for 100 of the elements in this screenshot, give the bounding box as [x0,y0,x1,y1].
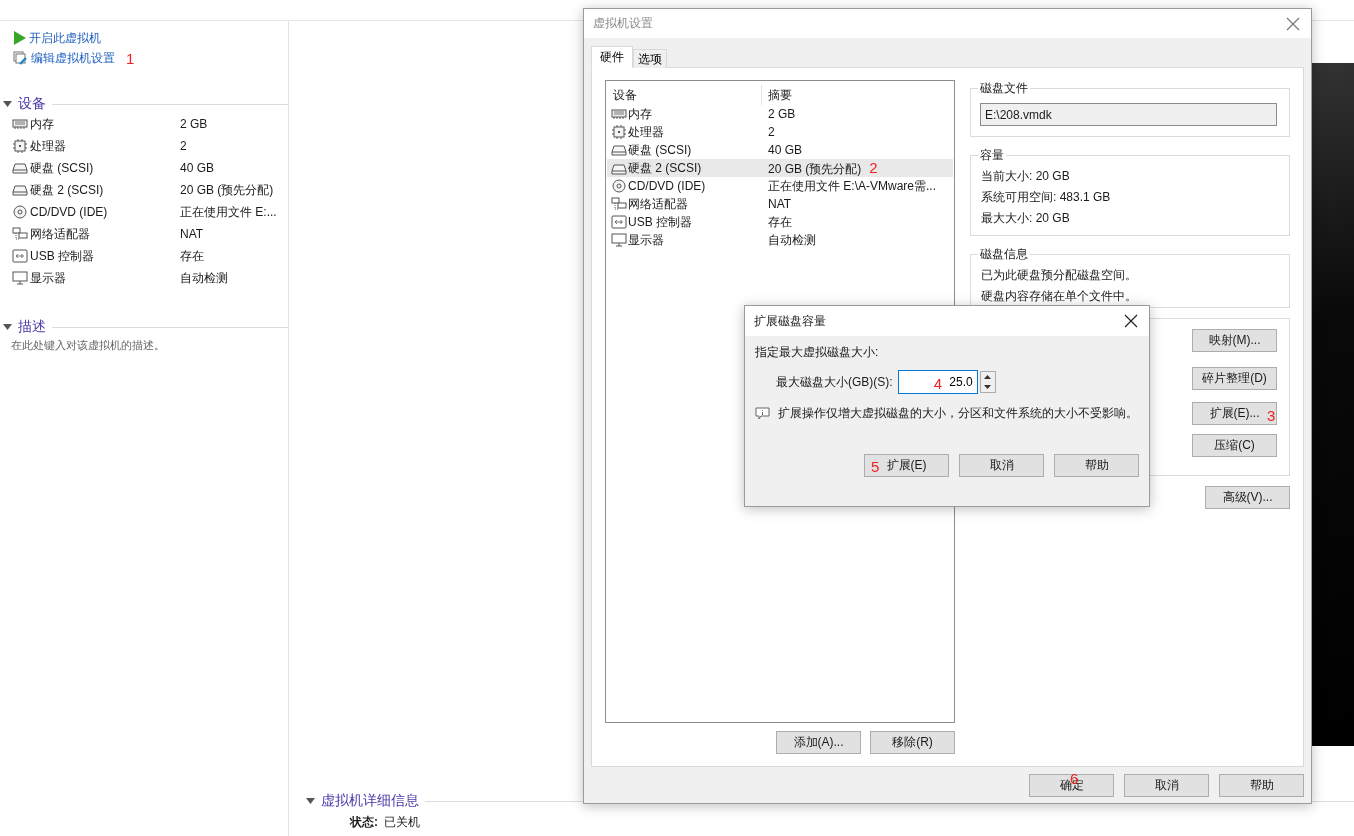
device-summary: 存在 [180,247,205,265]
step-number: 1 [126,49,135,67]
section-title: 描述 [18,318,46,336]
device-row[interactable]: 显示器 自动检测 [607,231,953,249]
device-row[interactable]: CD/DVD (IDE) 正在使用文件 E:\A-VMware需... [607,177,953,195]
dialog-button[interactable]: 帮助 [1054,454,1139,477]
device-name: USB 控制器 [628,213,692,231]
step-number: 2 [869,159,878,176]
network-icon [12,227,28,241]
disc-icon [12,205,28,219]
device-row[interactable]: 硬盘 2 (SCSI) 20 GB (预先分配) 2 [607,159,953,177]
device-summary: 2 [768,125,775,139]
group-title: 磁盘文件 [979,80,1029,97]
play-icon [13,31,26,45]
memory-icon [12,117,28,131]
device-name: 内存 [628,105,652,123]
hard-drive-icon [611,161,627,176]
device-summary: 自动检测 [180,269,229,287]
collapse-icon[interactable] [306,798,315,804]
caret-up-icon [984,375,992,379]
capacity-text: 最大大小: 20 GB [981,210,1071,227]
section-title: 设备 [18,95,46,113]
device-name: 硬盘 2 (SCSI) [628,160,702,177]
hard-drive-icon [12,161,28,175]
capacity-text: 当前大小: 20 GB [981,168,1071,185]
list-button[interactable]: 添加(A)... [776,731,861,754]
disc-icon [611,179,627,193]
column-header[interactable]: 设备 [607,85,762,105]
dialog-button[interactable]: 取消 [1124,774,1209,797]
settings-edit-icon [13,51,28,65]
device-summary: NAT [180,227,205,241]
monitor-icon [12,271,28,285]
disk-info-text: 已为此硬盘预分配磁盘空间。 [981,267,1138,284]
step-number: 5 [871,459,880,474]
device-name: 硬盘 (SCSI) [30,159,94,177]
tab[interactable]: 硬件 [591,46,633,68]
collapse-icon[interactable] [3,324,12,330]
action-link[interactable]: 开启此虚拟机 [29,29,101,47]
device-name: CD/DVD (IDE) [628,179,706,193]
disk-info-text: 硬盘内容存储在单个文件中。 [981,288,1138,305]
device-name: 硬盘 (SCSI) [628,141,692,159]
device-summary: 40 GB [180,161,216,175]
device-summary: 2 GB [180,117,209,131]
hard-drive-icon [611,143,627,157]
utility-button[interactable]: 碎片整理(D) [1192,367,1277,390]
device-summary: 正在使用文件 E:\A-VMware需... [768,178,937,193]
action-link[interactable]: 编辑虚拟机设置 [31,49,115,67]
device-row[interactable]: 处理器 2 [607,123,953,141]
device-name: 网络适配器 [628,195,688,213]
device-row[interactable]: 内存 2 GB [607,105,953,123]
window-title: 扩展磁盘容量 [754,312,826,330]
hard-drive-icon [12,183,28,197]
caret-down-icon [984,385,992,389]
list-button[interactable]: 移除(R) [870,731,955,754]
utility-button[interactable]: 压缩(C) [1192,434,1277,457]
column-header[interactable]: 摘要 [762,85,953,105]
device-summary: 20 GB (预先分配) [768,162,862,176]
utility-button[interactable]: 映射(M)... [1192,329,1277,352]
disk-file-field[interactable]: E:\208.vmdk [980,103,1277,126]
device-row[interactable]: 网络适配器 NAT [607,195,953,213]
dialog-button[interactable]: 取消 [959,454,1044,477]
device-summary: NAT [768,197,792,211]
prompt-text: 指定最大虚拟磁盘大小: [755,344,880,361]
collapse-icon[interactable] [3,101,12,107]
device-name: 显示器 [628,231,664,249]
device-summary: 40 GB [768,143,803,157]
chip-icon [611,125,627,139]
tab[interactable]: 选项 [633,49,667,68]
device-row[interactable]: USB 控制器 存在 [607,213,953,231]
description-placeholder[interactable]: 在此处键入对该虚拟机的描述。 [0,338,288,353]
memory-icon [611,107,627,121]
device-name: 处理器 [30,137,66,155]
device-name: 网络适配器 [30,225,90,243]
field-label: 状态: [350,814,378,831]
device-name: 硬盘 2 (SCSI) [30,181,104,199]
dialog-button[interactable]: 5 扩展(E) [864,454,949,477]
device-name: 处理器 [628,123,664,141]
network-icon [611,197,627,211]
device-name: 内存 [30,115,54,133]
device-name: CD/DVD (IDE) [30,205,108,219]
device-summary: 存在 [768,214,792,229]
device-summary: 自动检测 [768,232,816,247]
device-summary: 2 [180,139,188,153]
note-text: 扩展操作仅增大虚拟磁盘的大小，分区和文件系统的大小不受影响。 [778,405,1138,422]
group-title: 磁盘信息 [979,246,1029,263]
device-summary: 2 GB [768,107,796,121]
device-summary: 正在使用文件 E:... [180,203,278,221]
step-number: 3 [1267,408,1276,423]
dialog-button[interactable]: 帮助 [1219,774,1304,797]
device-name: 显示器 [30,269,66,287]
device-row[interactable]: 硬盘 (SCSI) 40 GB [607,141,953,159]
usb-icon [611,215,627,229]
section-title: 虚拟机详细信息 [321,792,419,810]
device-name: USB 控制器 [30,247,94,265]
utility-button[interactable]: 扩展(E)... 3 [1192,402,1277,425]
advanced-button[interactable]: 高级(V)... [1205,486,1290,509]
field-label: 最大磁盘大小(GB)(S): [776,373,893,391]
spinner[interactable] [979,371,996,393]
usb-icon [12,249,28,263]
chip-icon [12,139,28,153]
